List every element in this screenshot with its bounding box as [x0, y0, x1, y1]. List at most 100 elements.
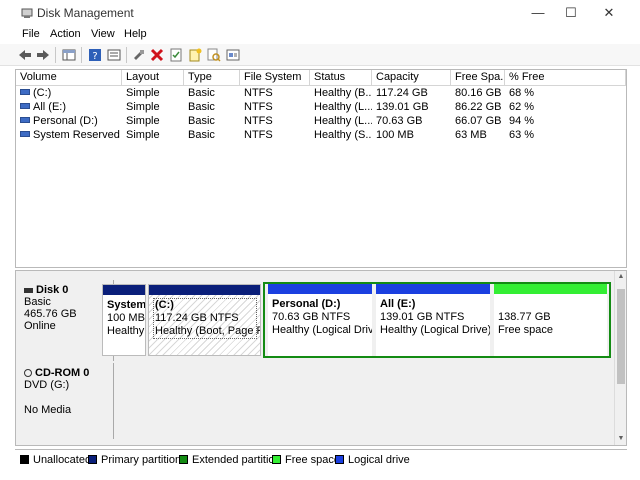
partition-info: All (E:) 139.01 GB NTFS Healthy (Logical…	[380, 298, 490, 336]
scroll-up-arrow-icon[interactable]: ▲	[615, 271, 627, 283]
partition-system-reserved[interactable]: System 100 MB Healthy	[102, 284, 146, 356]
free-space-cell: 86.22 GB	[455, 101, 502, 113]
new-document-icon[interactable]	[187, 47, 203, 63]
logical-drive-swatch	[335, 454, 344, 464]
table-row[interactable]: (C:) Simple Basic NTFS Healthy (B... 117…	[16, 86, 626, 100]
connect-icon[interactable]	[131, 47, 147, 63]
svg-text:?: ?	[92, 51, 97, 62]
free-space-region[interactable]: 138.77 GB Free space	[494, 284, 607, 356]
column-header-free-space[interactable]: Free Spa...	[451, 70, 505, 86]
disk-0-size: 465.76 GB	[24, 308, 77, 320]
logical-drive-bar	[376, 284, 490, 294]
percent-free-cell: 63 %	[509, 129, 535, 141]
toolbar: ?	[0, 44, 640, 66]
properties-icon[interactable]	[106, 47, 122, 63]
volume-icon	[20, 103, 30, 110]
legend-item-unallocated: Unallocated	[20, 454, 91, 466]
column-header-type[interactable]: Type	[184, 70, 240, 86]
unallocated-swatch	[20, 454, 29, 464]
file-system-cell: NTFS	[244, 101, 273, 113]
checklist-icon[interactable]	[168, 47, 184, 63]
column-header-percent-free[interactable]: % Free	[505, 70, 626, 86]
disk-management-icon	[21, 8, 33, 18]
hard-disk-icon	[24, 287, 33, 293]
console-tree-icon[interactable]	[61, 47, 77, 63]
menu-view[interactable]: View	[91, 28, 115, 40]
legend-item-extended: Extended partition	[179, 454, 281, 466]
scrollbar-thumb[interactable]	[617, 289, 625, 384]
disk-properties-icon[interactable]	[225, 47, 241, 63]
free-space-cell: 80.16 GB	[455, 87, 502, 99]
free-space-swatch	[272, 454, 281, 464]
menu-action[interactable]: Action	[50, 28, 81, 40]
table-row[interactable]: System Reserved Simple Basic NTFS Health…	[16, 128, 626, 142]
partition-info: Personal (D:) 70.63 GB NTFS Healthy (Log…	[272, 298, 372, 336]
toolbar-separator	[81, 47, 82, 63]
free-space-cell: 63 MB	[455, 129, 487, 141]
table-row[interactable]: Personal (D:) Simple Basic NTFS Healthy …	[16, 114, 626, 128]
volume-name-cell: (C:)	[16, 86, 122, 100]
column-header-file-system[interactable]: File System	[240, 70, 310, 86]
cdrom-0-status: No Media	[24, 404, 72, 416]
volume-name-cell: System Reserved	[16, 128, 122, 142]
status-cell: Healthy (L...	[314, 115, 372, 127]
cd-rom-icon	[24, 369, 32, 378]
layout-cell: Simple	[126, 101, 160, 113]
volume-name-cell: Personal (D:)	[16, 114, 122, 128]
legend-item-free-space: Free space	[272, 454, 340, 466]
menu-help[interactable]: Help	[124, 28, 147, 40]
legend-item-logical: Logical drive	[335, 454, 410, 466]
status-cell: Healthy (S...	[314, 129, 372, 141]
back-arrow-icon[interactable]	[17, 47, 33, 63]
cdrom-0-title: CD-ROM 0	[24, 367, 113, 379]
window-title: Disk Management	[37, 6, 134, 20]
close-button[interactable]: ✕	[591, 0, 627, 26]
primary-partition-swatch	[88, 454, 97, 464]
table-row[interactable]: All (E:) Simple Basic NTFS Healthy (L...…	[16, 100, 626, 114]
capacity-cell: 117.24 GB	[376, 87, 428, 99]
cdrom-0-label[interactable]: CD-ROM 0 DVD (G:) No Media	[18, 363, 114, 439]
percent-free-cell: 68 %	[509, 87, 535, 99]
partition-c[interactable]: (C:) 117.24 GB NTFS Healthy (Boot, Page …	[148, 284, 261, 356]
column-header-capacity[interactable]: Capacity	[372, 70, 451, 86]
capacity-cell: 139.01 GB	[376, 101, 429, 113]
free-space-cell: 66.07 GB	[455, 115, 502, 127]
title-bar: Disk Management — ☐ ✕	[0, 0, 640, 26]
column-header-layout[interactable]: Layout	[122, 70, 184, 86]
volume-icon	[20, 89, 30, 96]
scroll-down-arrow-icon[interactable]: ▼	[615, 433, 627, 445]
primary-partition-bar	[103, 285, 145, 295]
help-icon[interactable]: ?	[87, 47, 103, 63]
graph-scrollbar[interactable]: ▲ ▼	[614, 271, 626, 445]
type-cell: Basic	[188, 101, 215, 113]
layout-cell: Simple	[126, 87, 160, 99]
column-header-status[interactable]: Status	[310, 70, 372, 86]
type-cell: Basic	[188, 115, 215, 127]
extended-partition-swatch	[179, 454, 188, 464]
toolbar-separator	[126, 47, 127, 63]
percent-free-cell: 62 %	[509, 101, 535, 113]
legend-item-primary: Primary partition	[88, 454, 181, 466]
status-cell: Healthy (B...	[314, 87, 372, 99]
cdrom-0-type: DVD (G:)	[24, 379, 70, 391]
type-cell: Basic	[188, 129, 215, 141]
capacity-cell: 70.63 GB	[376, 115, 423, 127]
type-cell: Basic	[188, 87, 215, 99]
free-space-bar	[494, 284, 607, 294]
menu-file[interactable]: File	[22, 28, 40, 40]
volume-icon	[20, 117, 30, 124]
maximize-button[interactable]: ☐	[553, 0, 589, 26]
logical-drive-bar	[268, 284, 372, 294]
search-document-icon[interactable]	[206, 47, 222, 63]
column-header-volume[interactable]: Volume	[16, 70, 122, 86]
file-system-cell: NTFS	[244, 129, 273, 141]
disk-0-label[interactable]: Disk 0 Basic 465.76 GB Online	[18, 280, 114, 361]
partition-all-e[interactable]: All (E:) 139.01 GB NTFS Healthy (Logical…	[376, 284, 490, 356]
forward-arrow-icon[interactable]	[35, 47, 51, 63]
disk-0-type: Basic	[24, 296, 51, 308]
menu-bar: File Action View Help	[0, 26, 640, 44]
delete-icon[interactable]	[149, 47, 165, 63]
disk-0-title: Disk 0	[24, 284, 113, 296]
partition-personal-d[interactable]: Personal (D:) 70.63 GB NTFS Healthy (Log…	[268, 284, 372, 356]
minimize-button[interactable]: —	[520, 0, 556, 26]
